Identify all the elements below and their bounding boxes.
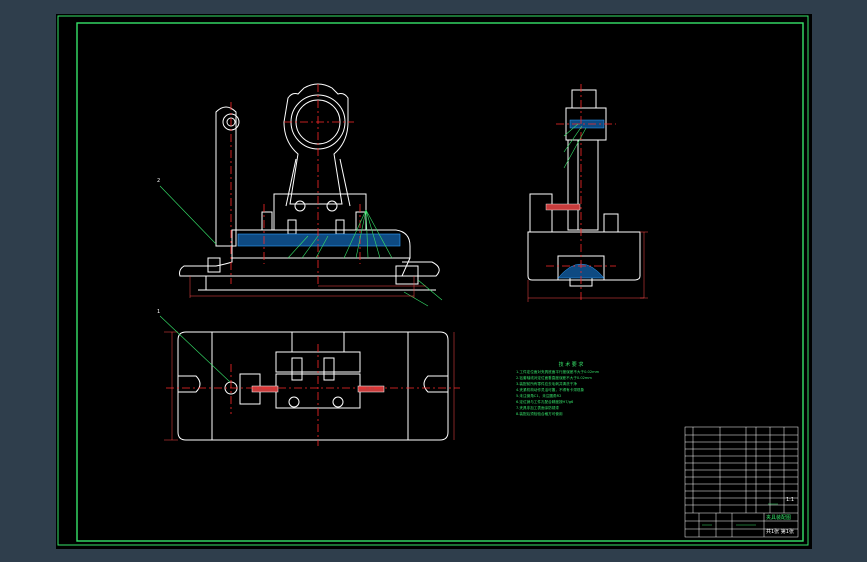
front-view-dimensions: [189, 276, 426, 298]
sheet-count: 共1张 第1张: [766, 529, 794, 535]
side-view: [527, 89, 641, 287]
top-view: [177, 331, 449, 441]
side-view-hatch: [545, 119, 605, 279]
note-line: 8.装配后须检验合格方可使用: [516, 412, 563, 416]
technical-requirements: 技 术 要 求 1.工件定位面对夹具底面平行度误差不大于0.02mm 2.钻套轴…: [516, 362, 626, 417]
drawing-canvas: [57, 15, 809, 546]
top-view-dimensions: [164, 331, 455, 441]
top-view-centerlines: [166, 344, 460, 446]
cad-viewport[interactable]: 2 1 技 术 要 求 1.工件定位面对夹具底面平行度误差不大于0.02mm 2…: [0, 0, 867, 562]
notes-title: 技 术 要 求: [558, 362, 584, 368]
part-label-2: 2: [157, 178, 161, 184]
sheet-border: [57, 15, 809, 546]
front-view-centerlines: [230, 84, 361, 284]
scale-value: 1:1: [786, 497, 795, 503]
drawing-title: 夹具装配图: [766, 515, 792, 521]
top-view-leaders: [159, 315, 231, 383]
drawing-sheet: 2 1 技 术 要 求 1.工件定位面对夹具底面平行度误差不大于0.02mm 2…: [56, 14, 812, 549]
front-view: [179, 83, 440, 291]
part-label-1: 1: [157, 309, 161, 315]
side-view-leaders: [563, 123, 587, 169]
